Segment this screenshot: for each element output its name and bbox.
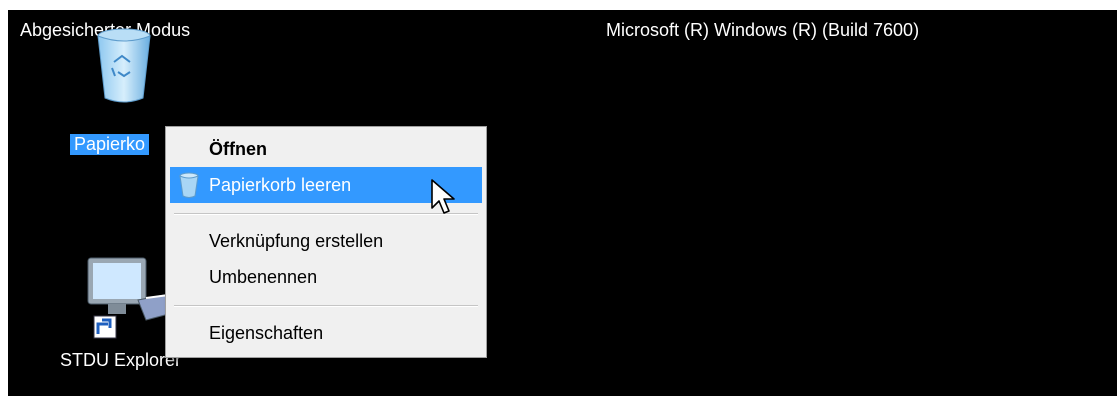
mouse-cursor-icon	[431, 179, 455, 214]
menu-separator	[174, 305, 478, 307]
menu-item-open[interactable]: Öffnen	[170, 131, 482, 167]
recycle-bin-label[interactable]: Papierko	[70, 134, 150, 155]
context-menu: Öffnen Papierkorb leeren Verknüpfung ers…	[165, 126, 487, 358]
menu-item-rename[interactable]: Umbenennen	[170, 259, 482, 295]
stdu-explorer-label[interactable]: STDU Explorer	[60, 350, 181, 371]
menu-item-properties[interactable]: Eigenschaften	[170, 315, 482, 351]
recycle-bin-icon	[179, 172, 199, 198]
recycle-bin-desktop-icon[interactable]	[92, 22, 156, 106]
menu-item-create-shortcut[interactable]: Verknüpfung erstellen	[170, 223, 482, 259]
desktop: Abgesicherter Modus Microsoft (R) Window…	[8, 10, 1117, 396]
recycle-bin-icon	[97, 28, 151, 103]
build-label: Microsoft (R) Windows (R) (Build 7600)	[606, 20, 920, 40]
